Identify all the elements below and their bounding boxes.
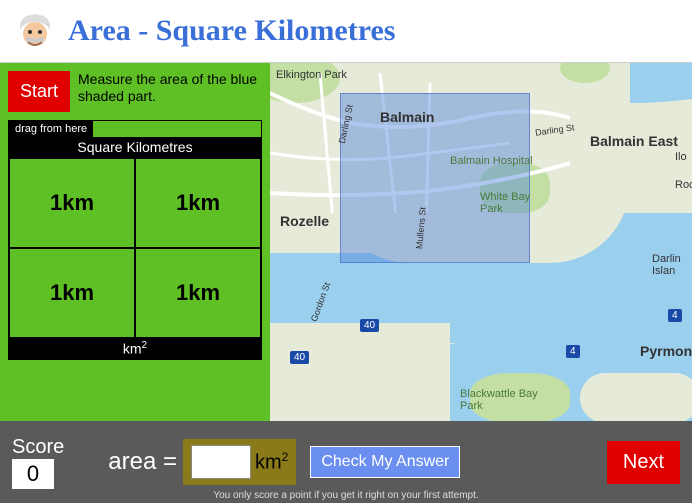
drag-label: drag from here xyxy=(9,121,93,137)
main-area: Start Measure the area of the blue shade… xyxy=(0,63,692,421)
score-block: Score 0 xyxy=(12,436,64,489)
footer: Score 0 area = km2 Check My Answer Next … xyxy=(0,421,692,503)
route-badge: 40 xyxy=(360,319,379,332)
map-label-roc: Roc xyxy=(675,179,692,191)
route-badge: 40 xyxy=(290,351,309,364)
left-panel: Start Measure the area of the blue shade… xyxy=(0,63,270,421)
area-unit: km2 xyxy=(255,450,288,475)
area-label: area = xyxy=(108,448,177,476)
start-button[interactable]: Start xyxy=(8,71,70,112)
tile-header: Square Kilometres xyxy=(9,137,261,158)
hint-text: You only score a point if you get it rig… xyxy=(0,490,692,501)
score-label: Score xyxy=(12,436,64,459)
map-label-whitebay: White Bay Park xyxy=(480,191,540,215)
map-label-hospital: Balmain Hospital xyxy=(450,155,533,167)
next-button[interactable]: Next xyxy=(607,441,680,484)
map-background xyxy=(270,63,692,421)
route-badge: 4 xyxy=(668,309,682,322)
map-panel[interactable]: Elkington Park Balmain Balmain East Balm… xyxy=(270,63,692,421)
tile-cell[interactable]: 1km xyxy=(9,158,135,248)
score-value: 0 xyxy=(12,459,54,489)
map-label-rozelle: Rozelle xyxy=(280,213,329,229)
map-label-balmain: Balmain xyxy=(380,109,434,125)
map-label-blackwattle: Blackwattle Bay Park xyxy=(460,388,540,412)
tile-cell[interactable]: 1km xyxy=(135,158,261,248)
tile-cell[interactable]: 1km xyxy=(9,248,135,338)
tile-grid: 1km 1km 1km 1km xyxy=(9,158,261,338)
tile-footer: km2 xyxy=(9,338,261,359)
check-answer-button[interactable]: Check My Answer xyxy=(310,446,460,478)
tile-cell[interactable]: 1km xyxy=(135,248,261,338)
area-input-wrap: km2 xyxy=(183,439,296,485)
area-block: area = km2 xyxy=(108,439,296,485)
map-label-balmain-east: Balmain East xyxy=(590,133,678,149)
page-title: Area - Square Kilometres xyxy=(68,14,395,48)
route-badge: 4 xyxy=(566,345,580,358)
instruction-row: Start Measure the area of the blue shade… xyxy=(8,71,262,112)
map-label-elkington: Elkington Park xyxy=(276,69,347,81)
map-label-ilo: Ilo xyxy=(675,151,687,163)
map-label-darlingisl: Darlin Islan xyxy=(652,253,692,277)
header: Area - Square Kilometres xyxy=(0,0,692,63)
area-input[interactable] xyxy=(191,445,251,479)
einstein-icon xyxy=(12,8,58,54)
tile-box: drag from here Square Kilometres 1km 1km… xyxy=(8,120,262,360)
blue-shaded-area xyxy=(340,93,530,263)
instruction-text: Measure the area of the blue shaded part… xyxy=(78,71,262,105)
map-label-pyrmont: Pyrmont xyxy=(640,343,692,359)
